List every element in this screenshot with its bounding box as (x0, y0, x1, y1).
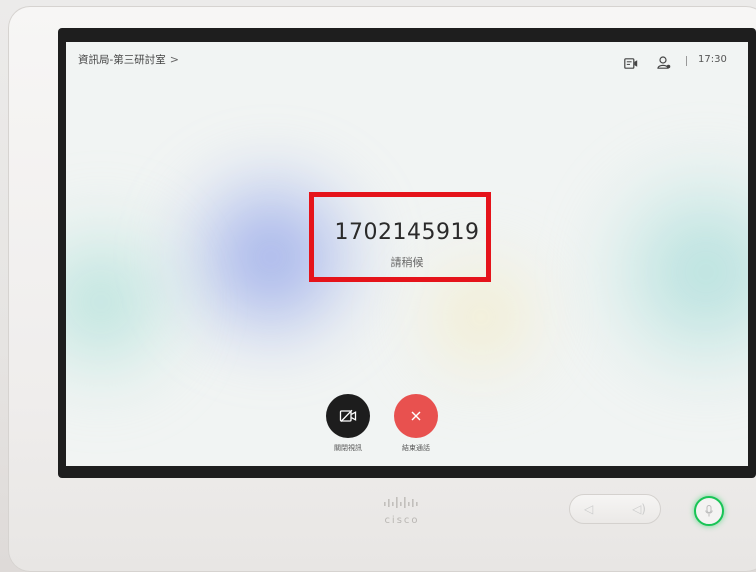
brand-name: cisco (384, 515, 420, 526)
close-icon (411, 411, 421, 421)
chevron-right-icon: > (169, 53, 180, 66)
end-call-button[interactable] (394, 394, 438, 438)
status-bar: 資訊局-第三研討室 > 17:30 (66, 42, 748, 78)
dialed-number: 1702145919 (334, 220, 480, 245)
volume-down-icon[interactable]: ◁ (584, 502, 593, 516)
turn-off-video-control: 關閉視訊 (313, 394, 383, 453)
mute-button[interactable] (694, 496, 724, 526)
video-off-icon (339, 409, 357, 422)
cisco-logo: cisco (372, 494, 432, 526)
room-name: 資訊局-第三研討室 (78, 54, 166, 66)
end-call-control: 結束通話 (381, 394, 451, 453)
clock: 17:30 (698, 54, 727, 65)
volume-rocker[interactable]: ◁ ◁) (569, 494, 661, 524)
video-icon[interactable] (624, 54, 638, 73)
touch-screen: 資訊局-第三研討室 > 17:30 1702145919 請稍候 關閉視訊 結束… (66, 42, 748, 466)
photo-scene: 資訊局-第三研討室 > 17:30 1702145919 請稍候 關閉視訊 結束… (0, 0, 756, 572)
background-blur (586, 152, 748, 392)
call-status: 請稍候 (390, 256, 424, 269)
cisco-bars-icon (384, 497, 418, 508)
user-icon[interactable] (657, 54, 671, 73)
end-call-label: 結束通話 (402, 444, 430, 452)
turn-off-video-button[interactable] (326, 394, 370, 438)
room-name-button[interactable]: 資訊局-第三研討室 > (78, 52, 179, 67)
divider (686, 56, 687, 66)
turn-off-video-label: 關閉視訊 (334, 444, 362, 452)
microphone-icon (705, 505, 713, 517)
volume-up-icon[interactable]: ◁) (632, 502, 646, 516)
